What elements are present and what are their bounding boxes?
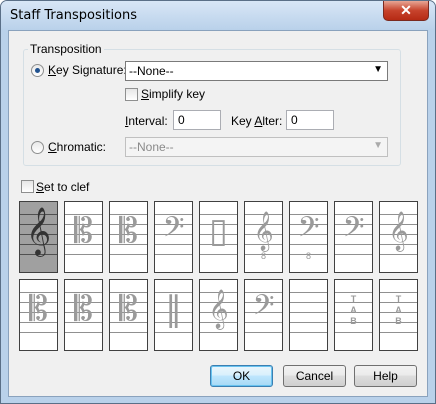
alto-clef-icon: 𝄡 bbox=[74, 211, 93, 251]
key-alter-label: Key Alter: bbox=[231, 114, 283, 128]
clef-cell-tab[interactable]: T A B bbox=[334, 279, 373, 351]
clef-cell-treble-8vb[interactable]: 𝄞 8 bbox=[244, 201, 283, 273]
key-signature-radio[interactable] bbox=[31, 64, 44, 77]
chromatic-label: Chromatic: bbox=[48, 140, 107, 154]
clef-cell-tab-small[interactable]: T A B bbox=[379, 279, 418, 351]
key-signature-value: --None-- bbox=[129, 64, 174, 78]
key-signature-select[interactable]: --None-- ▼ bbox=[125, 61, 388, 81]
key-signature-label: Key Signature: bbox=[48, 63, 127, 77]
staff-lines bbox=[290, 292, 327, 333]
clef-cell-percussion[interactable]: ▯ bbox=[199, 201, 238, 273]
baritone-f-clef-icon: 𝄢 bbox=[342, 211, 365, 251]
clef-cell-mezzo-soprano[interactable]: 𝄡 bbox=[19, 279, 58, 351]
dialog-client: Transposition Key Signature: --None-- ▼ … bbox=[8, 30, 428, 397]
clef-cell-treble-alt[interactable]: 𝄞 bbox=[199, 279, 238, 351]
transposition-group: Transposition Key Signature: --None-- ▼ … bbox=[23, 42, 401, 166]
tab-clef-icon: T A B bbox=[350, 294, 357, 326]
octave-marker: 8 bbox=[305, 251, 311, 261]
treble-8vb-alt-clef-icon: 𝄞 bbox=[388, 211, 409, 251]
key-alter-input[interactable]: 0 bbox=[286, 110, 334, 130]
close-icon: ✕ bbox=[400, 2, 412, 18]
help-button[interactable]: Help bbox=[354, 365, 417, 387]
bass-clef-icon: 𝄢 bbox=[162, 211, 185, 251]
title-bar: Staff Transpositions ✕ bbox=[1, 1, 435, 30]
window-title: Staff Transpositions bbox=[10, 8, 138, 23]
dropdown-arrow-icon: ▼ bbox=[373, 64, 383, 75]
clef-cell-baritone-f[interactable]: 𝄢 bbox=[334, 201, 373, 273]
clef-cell-treble[interactable]: 𝄞 bbox=[19, 201, 58, 273]
clef-cell-baritone-c[interactable]: 𝄡 bbox=[64, 279, 103, 351]
cancel-button[interactable]: Cancel bbox=[283, 365, 346, 387]
clef-cell-tenor[interactable]: 𝄡 bbox=[109, 201, 148, 273]
baritone-c-clef-icon: 𝄡 bbox=[74, 289, 93, 329]
dialog-window: Staff Transpositions ✕ Transposition Key… bbox=[0, 0, 436, 404]
simplify-key-label: Simplify key bbox=[141, 87, 206, 101]
clef-cell-treble-8vb-alt[interactable]: 𝄞 bbox=[379, 201, 418, 273]
tenor-low-clef-icon: 𝄡 bbox=[119, 289, 138, 329]
close-button[interactable]: ✕ bbox=[383, 1, 429, 21]
percussion-clef-icon: ▯ bbox=[209, 211, 228, 251]
set-to-clef-label: Set to clef bbox=[36, 180, 90, 194]
clef-cell-blank[interactable] bbox=[289, 279, 328, 351]
interval-input[interactable]: 0 bbox=[173, 110, 221, 130]
dropdown-arrow-icon: ▼ bbox=[373, 140, 383, 151]
ok-button[interactable]: OK bbox=[210, 365, 273, 387]
interval-label: Interval: bbox=[125, 114, 168, 128]
clef-cell-percussion-2[interactable]: ‖ bbox=[154, 279, 193, 351]
clef-cell-bass-8va[interactable]: 𝄢 bbox=[244, 279, 283, 351]
treble-clef-icon: 𝄞 bbox=[26, 206, 51, 255]
treble-alt-clef-icon: 𝄞 bbox=[208, 289, 229, 329]
transposition-group-label: Transposition bbox=[28, 42, 104, 56]
clef-cell-tenor-low[interactable]: 𝄡 bbox=[109, 279, 148, 351]
octave-marker: 8 bbox=[260, 251, 266, 261]
treble-8vb-clef-icon: 𝄞 bbox=[253, 211, 274, 251]
mezzo-soprano-clef-icon: 𝄡 bbox=[29, 289, 48, 329]
chromatic-radio[interactable] bbox=[31, 141, 44, 154]
percussion-2-clef-icon: ‖ bbox=[165, 289, 182, 329]
chromatic-value: --None-- bbox=[129, 140, 174, 154]
bass-8va-clef-icon: 𝄢 bbox=[252, 289, 275, 329]
tenor-clef-icon: 𝄡 bbox=[119, 211, 138, 251]
chromatic-select[interactable]: --None-- ▼ bbox=[125, 137, 388, 157]
clef-cell-alto[interactable]: 𝄡 bbox=[64, 201, 103, 273]
clef-cell-bass[interactable]: 𝄢 bbox=[154, 201, 193, 273]
bass-8vb-clef-icon: 𝄢 bbox=[297, 211, 320, 251]
set-to-clef-checkbox[interactable] bbox=[21, 180, 34, 193]
tab-clef-icon: T A B bbox=[395, 294, 402, 326]
simplify-key-checkbox[interactable] bbox=[125, 88, 138, 101]
clef-cell-bass-8vb[interactable]: 𝄢 8 bbox=[289, 201, 328, 273]
